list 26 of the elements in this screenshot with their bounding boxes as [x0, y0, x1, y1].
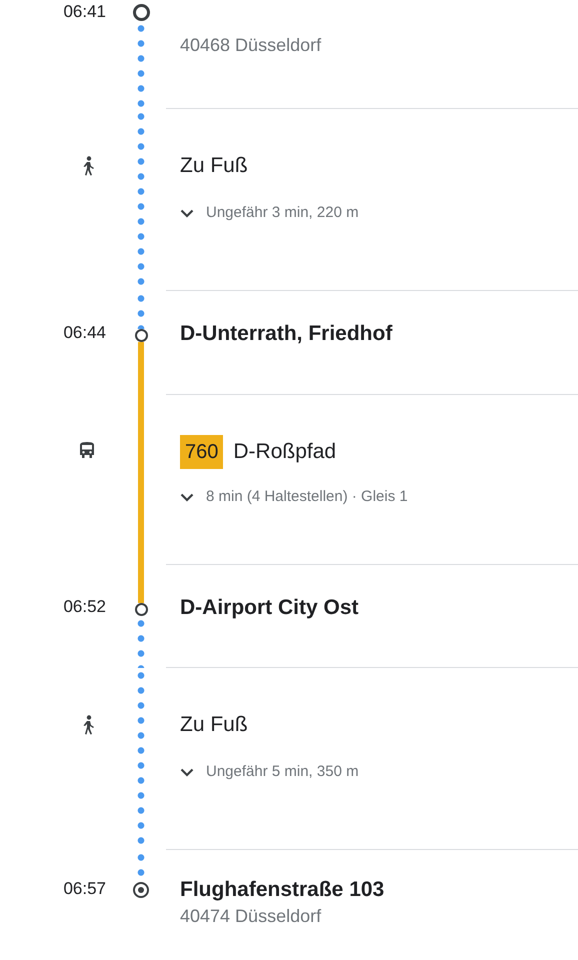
chevron-down-icon: [180, 768, 194, 776]
origin-marker-icon: [132, 4, 150, 21]
leg-title: Zu Fuß: [180, 153, 248, 179]
stop-name: D-Airport City Ost: [180, 595, 358, 621]
leg-title: Zu Fuß: [180, 712, 248, 738]
stop-marker-icon: [134, 329, 148, 342]
walking-person-icon: [81, 715, 95, 735]
bus-icon: [79, 442, 95, 459]
stop-name: Flughafenstraße 103: [180, 877, 384, 903]
stop-address: 40468 Düsseldorf: [180, 34, 322, 57]
stop-name: D-Unterrath, Friedhof: [180, 321, 392, 347]
stop-time: 06:44: [63, 322, 106, 344]
leg-title: D-Roßpfad: [233, 439, 336, 465]
stop-address: 40474 Düsseldorf: [180, 905, 322, 928]
walking-person-icon: [81, 156, 95, 176]
stop-time: 06:57: [63, 878, 106, 900]
stop-marker-icon: [134, 603, 148, 616]
chevron-down-icon: [180, 492, 194, 502]
stop-time: 06:41: [63, 1, 106, 23]
leg-details-toggle[interactable]: Ungefähr 3 min, 220 m: [180, 203, 359, 223]
leg-details-toggle[interactable]: Ungefähr 5 min, 350 m: [180, 762, 359, 782]
line-number-badge: 760: [180, 435, 224, 469]
chevron-down-icon: [180, 208, 194, 218]
destination-marker-icon: [133, 882, 149, 898]
leg-details-toggle[interactable]: 8 min (4 Haltestellen) · Gleis 1: [180, 487, 408, 507]
stop-time: 06:52: [63, 596, 106, 618]
